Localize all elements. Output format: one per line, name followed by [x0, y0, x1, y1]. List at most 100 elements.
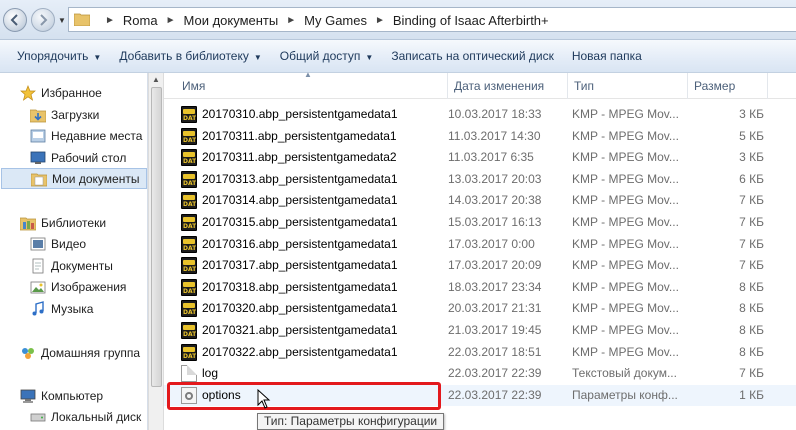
- sidebar-item-video[interactable]: Видео: [30, 233, 86, 254]
- sidebar-item-recent-places[interactable]: Недавние места: [30, 125, 142, 146]
- table-row[interactable]: DAT 20170314.abp_persistentgamedata1 14.03…: [164, 190, 796, 211]
- cell-date: 11.03.2017 14:30: [448, 128, 541, 143]
- sidebar-item-desktop[interactable]: Рабочий стол: [30, 147, 126, 168]
- music-library-icon: [32, 300, 44, 315]
- cell-size: 7 КБ: [739, 215, 764, 229]
- dat-icon: DAT: [181, 343, 197, 361]
- table-row[interactable]: DAT 20170310.abp_persistentgamedata1 10.03…: [164, 104, 796, 125]
- cell-date: 10.03.2017 18:33: [448, 107, 542, 121]
- table-row[interactable]: DAT 20170316.abp_persistentgamedata1 17.03…: [164, 234, 796, 255]
- table-row[interactable]: DAT 20170315.abp_persistentgamedata1 15.03…: [164, 212, 796, 233]
- dat-icon: DAT: [181, 300, 197, 318]
- scrollbar-thumb[interactable]: [151, 87, 162, 387]
- cell-name: 20170322.abp_persistentgamedata1: [202, 344, 398, 359]
- cell-name: 20170311.abp_persistentgamedata1: [202, 128, 397, 143]
- sidebar-item-libraries[interactable]: Библиотеки: [20, 212, 106, 233]
- cell-size: 3 КБ: [739, 150, 764, 165]
- sidebar-scrollbar[interactable]: ▲: [148, 73, 164, 430]
- add-to-library-button[interactable]: Добавить в библиотеку ▼: [110, 45, 270, 67]
- recent-pages-chevron-icon[interactable]: ▼: [58, 16, 66, 25]
- cell-size: 8 КБ: [739, 301, 764, 316]
- sidebar-item-label: Изображения: [51, 279, 127, 294]
- breadcrumb-item-roma[interactable]: Roma: [123, 13, 158, 28]
- cell-type: Текстовый докум...: [572, 366, 677, 381]
- cell-size: 7 КБ: [739, 366, 764, 381]
- sidebar-item-label: Локальный диск: [51, 409, 142, 424]
- cell-date: 11.03.2017 6:35: [448, 150, 534, 165]
- cell-size: 7 КБ: [739, 258, 764, 273]
- command-bar: Упорядочить ▼ Добавить в библиотеку ▼ Общи…: [0, 40, 796, 73]
- sidebar-item-local-disk[interactable]: Локальный диск: [30, 406, 141, 427]
- cell-date: 13.03.2017 20:03: [448, 171, 542, 186]
- libraries-icon: [20, 217, 36, 230]
- sidebar-item-favorites[interactable]: Избранное: [20, 82, 102, 103]
- add-to-library-label: Добавить в библиотеку: [119, 49, 249, 63]
- address-bar: ▼ ► Roma ► Мои документы ► My Games ► Bi…: [0, 0, 796, 40]
- cell-size: 8 КБ: [739, 344, 764, 359]
- cell-date: 14.03.2017 20:38: [448, 193, 542, 208]
- chevron-right-icon[interactable]: ►: [166, 15, 176, 26]
- sidebar-item-images[interactable]: Изображения: [30, 276, 126, 297]
- burn-button[interactable]: Записать на оптический диск: [382, 45, 563, 67]
- breadcrumb[interactable]: ► Roma ► Мои документы ► My Games ► Bind…: [68, 7, 796, 32]
- new-folder-button[interactable]: Новая папка: [563, 45, 651, 67]
- cell-type: KMP - MPEG Mov...: [572, 258, 679, 273]
- sidebar-item-downloads[interactable]: Загрузки: [30, 104, 99, 125]
- cell-size: 8 КБ: [739, 279, 764, 294]
- caret-down-icon: ▼: [93, 53, 102, 62]
- table-row[interactable]: DAT 20170317.abp_persistentgamedata1 17.03…: [164, 255, 796, 276]
- homegroup-icon: [22, 347, 34, 359]
- cell-type: KMP - MPEG Mov...: [572, 323, 679, 337]
- forward-button[interactable]: [31, 8, 55, 32]
- cell-date: 22.03.2017 22:39: [448, 366, 542, 381]
- column-header-type[interactable]: Тип: [568, 73, 688, 99]
- cell-type: Параметры конф...: [572, 387, 678, 402]
- table-row[interactable]: DAT 20170322.abp_persistentgamedata1 22.03…: [164, 342, 796, 363]
- sidebar-item-music[interactable]: Музыка: [30, 298, 93, 319]
- table-row[interactable]: DAT 20170313.abp_persistentgamedata1 13.03…: [164, 169, 796, 190]
- chevron-right-icon[interactable]: ►: [286, 15, 296, 26]
- breadcrumb-item-isaac[interactable]: Binding of Isaac Afterbirth+: [393, 13, 549, 28]
- sidebar-item-documents[interactable]: Документы: [30, 255, 113, 276]
- cell-type: KMP - MPEG Mov...: [572, 301, 679, 316]
- sidebar-item-label: Загрузки: [51, 107, 100, 122]
- share-label: Общий доступ: [279, 49, 361, 63]
- dat-icon: DAT: [181, 170, 197, 188]
- cell-date: 17.03.2017 20:09: [448, 258, 542, 273]
- table-row[interactable]: DAT 20170311.abp_persistentgamedata2 11.03…: [164, 147, 796, 168]
- column-header-size[interactable]: Размер: [688, 73, 768, 99]
- organize-label: Упорядочить: [17, 49, 89, 63]
- breadcrumb-item-my-documents[interactable]: Мои документы: [184, 13, 279, 28]
- cell-name: 20170314.abp_persistentgamedata1: [202, 193, 398, 208]
- dat-icon: DAT: [181, 192, 197, 210]
- dat-icon: DAT: [181, 278, 197, 296]
- table-row[interactable]: DAT 20170321.abp_persistentgamedata1 21.03…: [164, 320, 796, 341]
- cell-name: 20170320.abp_persistentgamedata1: [202, 301, 398, 316]
- cell-name: 20170311.abp_persistentgamedata2: [202, 150, 397, 165]
- table-row[interactable]: DAT 20170320.abp_persistentgamedata1 20.03…: [164, 298, 796, 319]
- mouse-pointer-icon: [257, 389, 271, 409]
- table-row[interactable]: DAT 20170318.abp_persistentgamedata1 18.03…: [164, 277, 796, 298]
- cell-type: KMP - MPEG Mov...: [572, 150, 679, 165]
- sidebar-item-label: Библиотеки: [41, 215, 107, 230]
- cell-name: 20170316.abp_persistentgamedata1: [202, 236, 398, 251]
- sidebar-item-computer[interactable]: Компьютер: [20, 385, 103, 406]
- cell-type: KMP - MPEG Mov...: [572, 107, 679, 121]
- organize-button[interactable]: Упорядочить ▼: [8, 45, 110, 67]
- back-button[interactable]: [3, 8, 27, 32]
- sidebar-item-my-documents[interactable]: Мои документы: [1, 168, 147, 189]
- sidebar-item-label: Избранное: [41, 85, 102, 100]
- pictures-library-icon: [30, 281, 46, 293]
- cell-type: KMP - MPEG Mov...: [572, 193, 679, 208]
- breadcrumb-item-my-games[interactable]: My Games: [304, 13, 367, 28]
- sidebar-item-label: Музыка: [51, 301, 94, 316]
- column-header-name[interactable]: Имя: [176, 73, 448, 99]
- sidebar-item-label: Видео: [51, 236, 87, 251]
- chevron-right-icon[interactable]: ►: [375, 15, 385, 26]
- scroll-up-icon[interactable]: ▲: [152, 75, 160, 84]
- share-button[interactable]: Общий доступ ▼: [271, 45, 383, 67]
- sidebar-item-homegroup[interactable]: Домашняя группа: [20, 342, 140, 363]
- column-header-date[interactable]: Дата изменения: [448, 73, 568, 99]
- table-row[interactable]: DAT 20170311.abp_persistentgamedata1 11.03…: [164, 126, 796, 147]
- cell-type: KMP - MPEG Mov...: [572, 344, 679, 359]
